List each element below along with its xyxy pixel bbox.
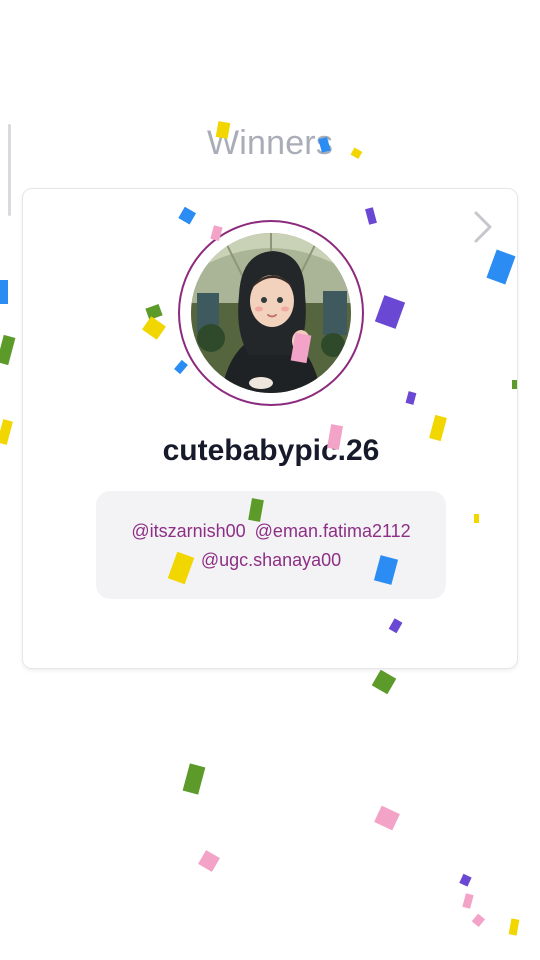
confetti-piece [462,893,474,909]
tagged-user-link[interactable]: @eman.fatima2112 [255,521,411,541]
confetti-piece [0,334,16,366]
tagged-users-box: @itszarnish00 @eman.fatima2112 @ugc.shan… [96,491,446,599]
winner-card: cutebabypic.26 @itszarnish00 @eman.fatim… [22,188,518,669]
confetti-piece [459,873,472,887]
avatar-illustration-icon [191,233,351,393]
chevron-right-icon[interactable] [471,209,495,245]
confetti-piece [0,280,8,304]
confetti-piece [0,419,13,445]
confetti-piece [374,805,400,831]
confetti-piece [371,669,397,695]
tagged-user-link[interactable]: @itszarnish00 [131,521,245,541]
confetti-piece [198,850,220,872]
winner-username[interactable]: cutebabypic.26 [23,434,519,468]
tagged-user-link[interactable]: @ugc.shanaya00 [201,550,341,570]
confetti-piece [182,763,206,795]
avatar-ring [178,220,364,406]
page-title: Winners [206,124,334,162]
winners-screen: Winners cutebabypic.26 @itszarnish00 @em… [0,0,540,960]
confetti-piece [508,918,520,936]
avatar[interactable] [191,233,351,393]
confetti-piece [471,913,486,928]
